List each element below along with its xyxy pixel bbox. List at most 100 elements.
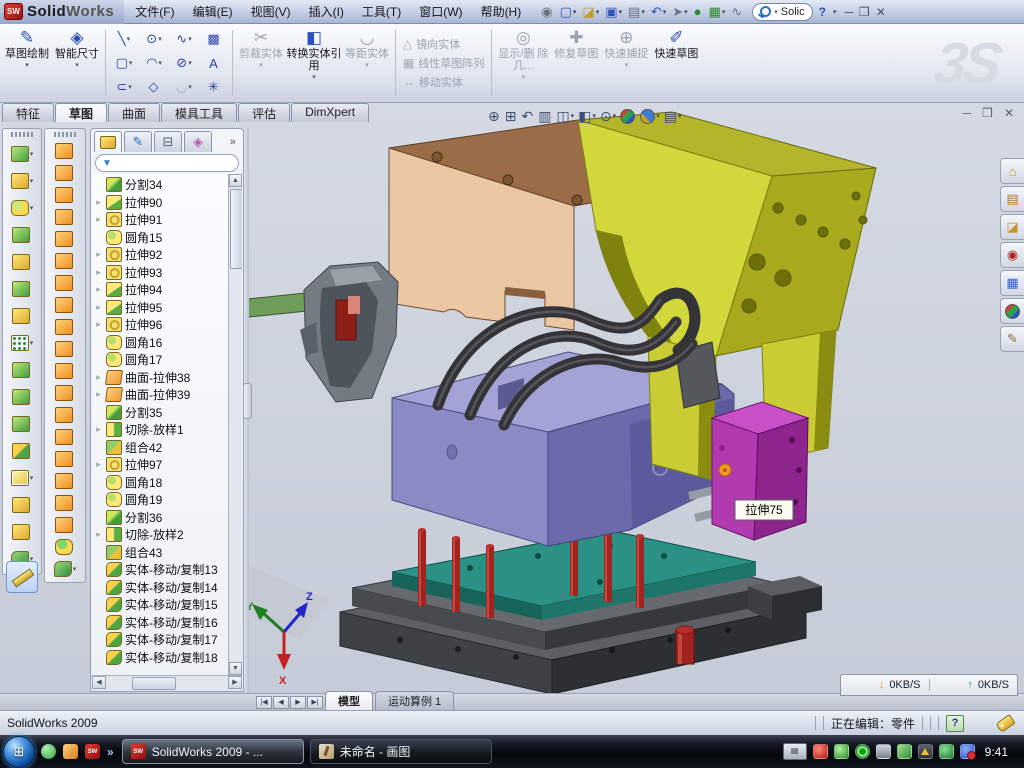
security-shield-icon[interactable] bbox=[834, 744, 849, 759]
toolbar-grip[interactable] bbox=[54, 132, 76, 137]
panel-overflow-chevron[interactable]: » bbox=[230, 136, 240, 148]
command-tab[interactable]: 评估 bbox=[238, 103, 290, 122]
app-restore-button[interactable]: ❒ bbox=[859, 5, 870, 19]
feature-tree-item[interactable]: ▸ 拉伸91 bbox=[94, 211, 228, 229]
taskbar-window-paint[interactable]: 未命名 - 画图 bbox=[310, 739, 492, 764]
sync-icon[interactable] bbox=[897, 744, 912, 759]
scroll-up-icon[interactable]: ▲ bbox=[229, 174, 242, 187]
custom-properties-tab[interactable]: ✎ bbox=[1000, 326, 1024, 352]
menu-item[interactable]: 文件(F) bbox=[126, 3, 183, 21]
start-button[interactable]: ⊞ bbox=[3, 736, 35, 768]
rib-icon[interactable] bbox=[12, 356, 31, 383]
expand-arrow-icon[interactable]: ▸ bbox=[94, 424, 103, 435]
feature-tree-item[interactable]: 组合42 bbox=[94, 439, 228, 457]
solidworks-search-tab[interactable]: ◉ bbox=[1000, 242, 1024, 268]
pattern-select-icon[interactable]: ▩ bbox=[199, 27, 229, 51]
revolved-surface-icon[interactable] bbox=[55, 162, 74, 184]
spline-icon[interactable]: ∿▾ bbox=[169, 27, 199, 51]
feature-tree-item[interactable]: 分割36 bbox=[94, 509, 228, 527]
feature-tree-item[interactable]: 圆角19 bbox=[94, 491, 228, 509]
boundary-surface-icon[interactable] bbox=[55, 228, 74, 250]
expand-arrow-icon[interactable]: ▸ bbox=[94, 214, 103, 225]
swept-boss-icon[interactable] bbox=[12, 221, 31, 248]
feature-tree-item[interactable]: ▸ 拉伸90 bbox=[94, 194, 228, 212]
fillet-surface-icon[interactable] bbox=[55, 360, 74, 382]
network-warning-icon[interactable] bbox=[918, 744, 933, 759]
line-icon[interactable]: ╲▾ bbox=[109, 27, 139, 51]
propertymanager-tab[interactable]: ✎ bbox=[124, 131, 152, 152]
polygon-icon[interactable]: ◇ bbox=[139, 75, 169, 99]
extruded-boss-icon[interactable]: ▾ bbox=[11, 140, 34, 167]
save-icon[interactable]: ▣▾ bbox=[602, 4, 625, 19]
messenger-icon[interactable] bbox=[41, 744, 56, 759]
help-button[interactable]: ? bbox=[815, 5, 830, 19]
feature-tree-item[interactable]: ▸ 拉伸97 bbox=[94, 456, 228, 474]
menu-item[interactable]: 插入(I) bbox=[300, 3, 353, 21]
hide-show-items-icon[interactable]: ⊙▾ bbox=[600, 108, 616, 124]
tag-icon[interactable] bbox=[995, 714, 1015, 733]
featuremanager-tab[interactable] bbox=[94, 131, 122, 152]
feature-tree-item[interactable]: 圆角16 bbox=[94, 334, 228, 352]
expand-arrow-icon[interactable]: ▸ bbox=[94, 284, 103, 295]
parting-surface-icon[interactable] bbox=[55, 470, 74, 492]
scrollbar-thumb[interactable] bbox=[132, 677, 176, 690]
view-orientation-icon[interactable]: ◫▾ bbox=[556, 108, 574, 124]
swept-surface-icon[interactable] bbox=[55, 184, 74, 206]
new-document-icon[interactable]: ▢▾ bbox=[557, 4, 580, 19]
feature-tree-item[interactable]: 实体-移动/复制13 bbox=[94, 561, 228, 579]
feature-tree-item[interactable]: ▸ 拉伸92 bbox=[94, 246, 228, 264]
feature-tree-item[interactable]: 实体-移动/复制15 bbox=[94, 596, 228, 614]
point-icon[interactable]: ✳ bbox=[199, 75, 229, 99]
taskbar-window-solidworks[interactable]: SW SolidWorks 2009 - ... bbox=[122, 739, 304, 764]
search-input[interactable]: ▾ Solic bbox=[752, 3, 812, 21]
feature-tree-item[interactable]: 实体-移动/复制16 bbox=[94, 614, 228, 632]
plane-icon[interactable] bbox=[12, 491, 31, 518]
sketch-button[interactable]: ✎ 草图绘制 ▾ bbox=[2, 26, 52, 100]
command-tab[interactable]: 特征 bbox=[2, 103, 54, 122]
ellipse-icon[interactable]: ⊘▾ bbox=[169, 51, 199, 75]
appearances-scenes-tab[interactable] bbox=[1000, 298, 1024, 324]
offset-entities-button[interactable]: ◡ 等距实体 ▾ bbox=[342, 26, 392, 100]
expand-arrow-icon[interactable]: ▸ bbox=[94, 459, 103, 470]
tree-horizontal-scrollbar[interactable]: ◀ ▶ bbox=[92, 675, 242, 690]
tree-vertical-scrollbar[interactable]: ▲ ▼ bbox=[228, 174, 242, 675]
status-help-button[interactable]: ? bbox=[946, 715, 964, 732]
expand-arrow-icon[interactable]: ▸ bbox=[94, 372, 103, 383]
dome-icon[interactable] bbox=[55, 536, 74, 558]
solidworks-quicklaunch-icon[interactable]: SW bbox=[85, 744, 100, 759]
scroll-down-icon[interactable]: ▼ bbox=[229, 662, 242, 675]
measure-tool-button[interactable] bbox=[6, 561, 38, 593]
menu-item[interactable]: 窗口(W) bbox=[410, 3, 471, 21]
view-palette-tab[interactable]: ▦ bbox=[1000, 270, 1024, 296]
mirror-entities-item[interactable]: △镜向实体 bbox=[403, 36, 484, 52]
feature-tree-item[interactable]: ▸ 切除-放样2 bbox=[94, 526, 228, 544]
input-method-icon[interactable]: ▤ bbox=[783, 743, 807, 760]
edit-appearance-icon[interactable] bbox=[620, 109, 636, 124]
print-icon[interactable]: ▤▾ bbox=[625, 4, 648, 19]
zoom-to-area-icon[interactable]: ⊞ bbox=[505, 108, 518, 124]
feature-tree-item[interactable]: 实体-移动/复制14 bbox=[94, 579, 228, 597]
menu-item[interactable]: 编辑(E) bbox=[184, 3, 242, 21]
menu-item[interactable]: 视图(V) bbox=[242, 3, 300, 21]
design-library-tab[interactable]: ▤ bbox=[1000, 186, 1024, 212]
apply-scene-icon[interactable]: ▾ bbox=[640, 109, 660, 124]
move-copy-body-icon[interactable] bbox=[12, 437, 31, 464]
command-tab[interactable]: DimXpert bbox=[291, 103, 369, 122]
next-tab-button[interactable]: ▶ bbox=[290, 696, 306, 709]
display-delete-relations-button[interactable]: ◎ 显示/删 除几... ▾ bbox=[495, 26, 551, 100]
doc-restore-button[interactable]: ❒ bbox=[982, 106, 993, 120]
volume-icon[interactable] bbox=[876, 744, 891, 759]
help-caret-icon[interactable]: ▾ bbox=[833, 8, 837, 16]
previous-view-icon[interactable]: ↶ bbox=[521, 108, 534, 124]
expand-arrow-icon[interactable]: ▸ bbox=[94, 249, 103, 260]
slot-icon[interactable]: ⊂▾ bbox=[109, 75, 139, 99]
award-badge-icon[interactable] bbox=[855, 744, 870, 759]
shell-icon[interactable] bbox=[12, 275, 31, 302]
reference-geometry-icon[interactable]: ▾ bbox=[11, 464, 34, 491]
traffic-light-icon[interactable]: ● bbox=[691, 4, 706, 19]
file-explorer-tab[interactable]: ◪ bbox=[1000, 214, 1024, 240]
linear-pattern-icon[interactable]: ▾ bbox=[11, 329, 34, 356]
search-scope-caret-icon[interactable]: ▾ bbox=[774, 8, 778, 16]
rapid-sketch-button[interactable]: ✐ 快速草图 bbox=[651, 26, 701, 100]
antivirus-icon[interactable] bbox=[813, 744, 828, 759]
